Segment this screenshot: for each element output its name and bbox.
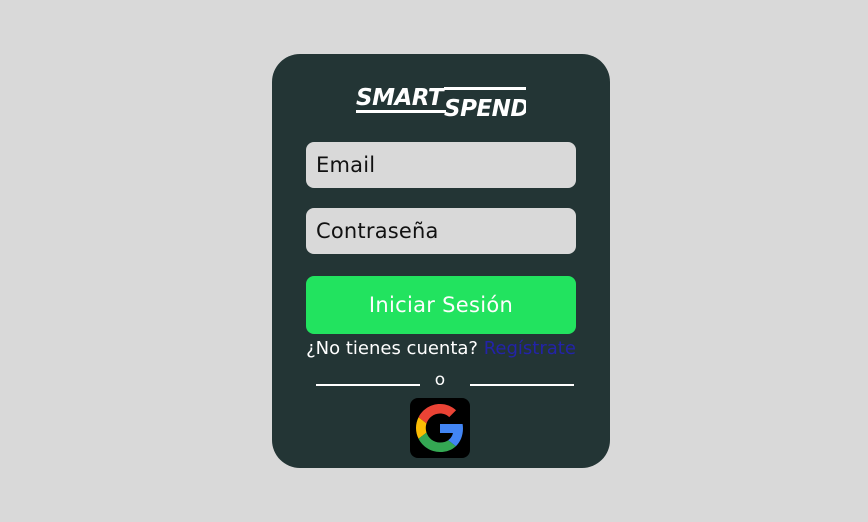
email-field[interactable]: Email bbox=[306, 142, 576, 188]
login-button-label: Iniciar Sesión bbox=[368, 293, 514, 317]
password-placeholder: Contraseña bbox=[316, 219, 439, 243]
signup-link[interactable]: Regístrate bbox=[484, 338, 576, 359]
signup-prompt: ¿No tienes cuenta? Regístrate bbox=[272, 338, 610, 359]
password-field[interactable]: Contraseña bbox=[306, 208, 576, 254]
email-placeholder: Email bbox=[316, 153, 376, 177]
svg-text:SPEND: SPEND bbox=[444, 96, 526, 120]
login-button[interactable]: Iniciar Sesión bbox=[306, 276, 576, 334]
divider-line-right bbox=[470, 384, 574, 386]
svg-text:SMART: SMART bbox=[356, 85, 446, 111]
google-icon bbox=[416, 404, 463, 452]
divider-text: o bbox=[434, 370, 446, 390]
smartspend-logo: SMART SPEND bbox=[356, 85, 526, 120]
login-card: SMART SPEND Email Contraseña Iniciar Ses… bbox=[272, 54, 610, 468]
divider-line-left bbox=[316, 384, 420, 386]
google-login-button[interactable] bbox=[410, 398, 470, 458]
signup-text: ¿No tienes cuenta? bbox=[306, 338, 478, 359]
